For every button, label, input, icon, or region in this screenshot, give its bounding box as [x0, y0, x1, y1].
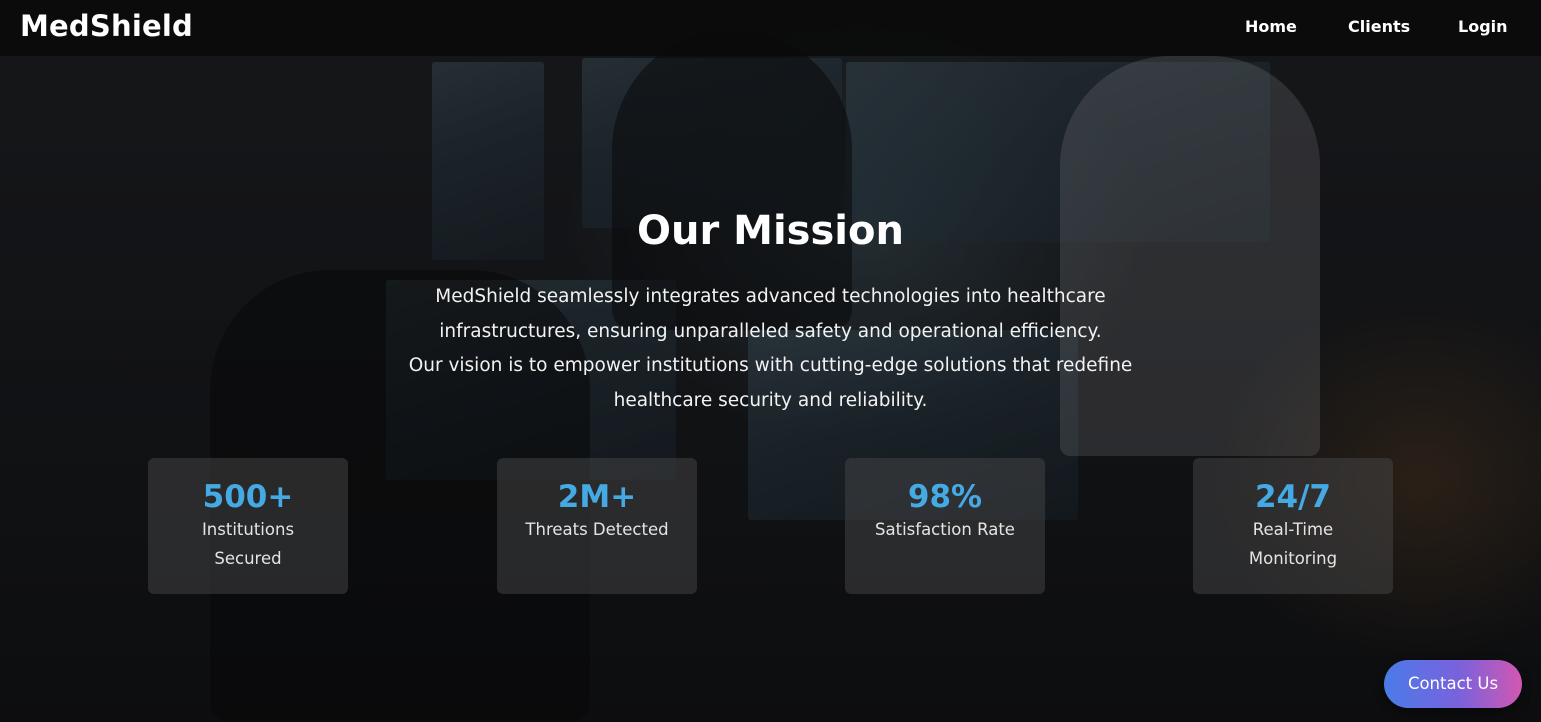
stat-value: 2M+ — [557, 479, 637, 515]
stat-card-monitoring: 24/7 Real-Time Monitoring — [1193, 458, 1393, 594]
stat-label: Threats Detected — [525, 520, 669, 539]
mission-line: infrastructures, ensuring unparalleled s… — [439, 320, 1102, 342]
stat-value: 98% — [907, 479, 983, 515]
mission-line: healthcare security and reliability. — [613, 390, 928, 412]
hero-section: MedShield Home Clients Login Our Mission… — [0, 0, 1541, 722]
stat-card-satisfaction: 98% Satisfaction Rate — [845, 458, 1045, 594]
nav-link-clients[interactable]: Clients — [1348, 17, 1410, 36]
stat-label: Real-Time Monitoring — [1248, 520, 1338, 568]
stat-card-threats: 2M+ Threats Detected — [497, 458, 697, 594]
stat-value: 500+ — [202, 479, 294, 515]
mission-line: MedShield seamlessly integrates advanced… — [435, 286, 1106, 307]
stat-label: Institutions Secured — [201, 520, 295, 568]
stat-value: 24/7 — [1254, 479, 1332, 515]
mission-title: Our Mission — [637, 208, 904, 254]
contact-us-button[interactable]: Contact Us — [1384, 660, 1522, 708]
stat-card-institutions: 500+ Institutions Secured — [148, 458, 348, 594]
brand-logo[interactable]: MedShield — [20, 9, 193, 43]
nav-link-login[interactable]: Login — [1458, 17, 1508, 36]
mission-description: MedShield seamlessly integrates advanced… — [370, 280, 1171, 419]
nav-link-home[interactable]: Home — [1245, 17, 1297, 36]
navbar: MedShield Home Clients Login — [0, 0, 1541, 56]
stat-label: Satisfaction Rate — [875, 520, 1015, 539]
mission-line: Our vision is to empower institutions wi… — [408, 355, 1133, 377]
